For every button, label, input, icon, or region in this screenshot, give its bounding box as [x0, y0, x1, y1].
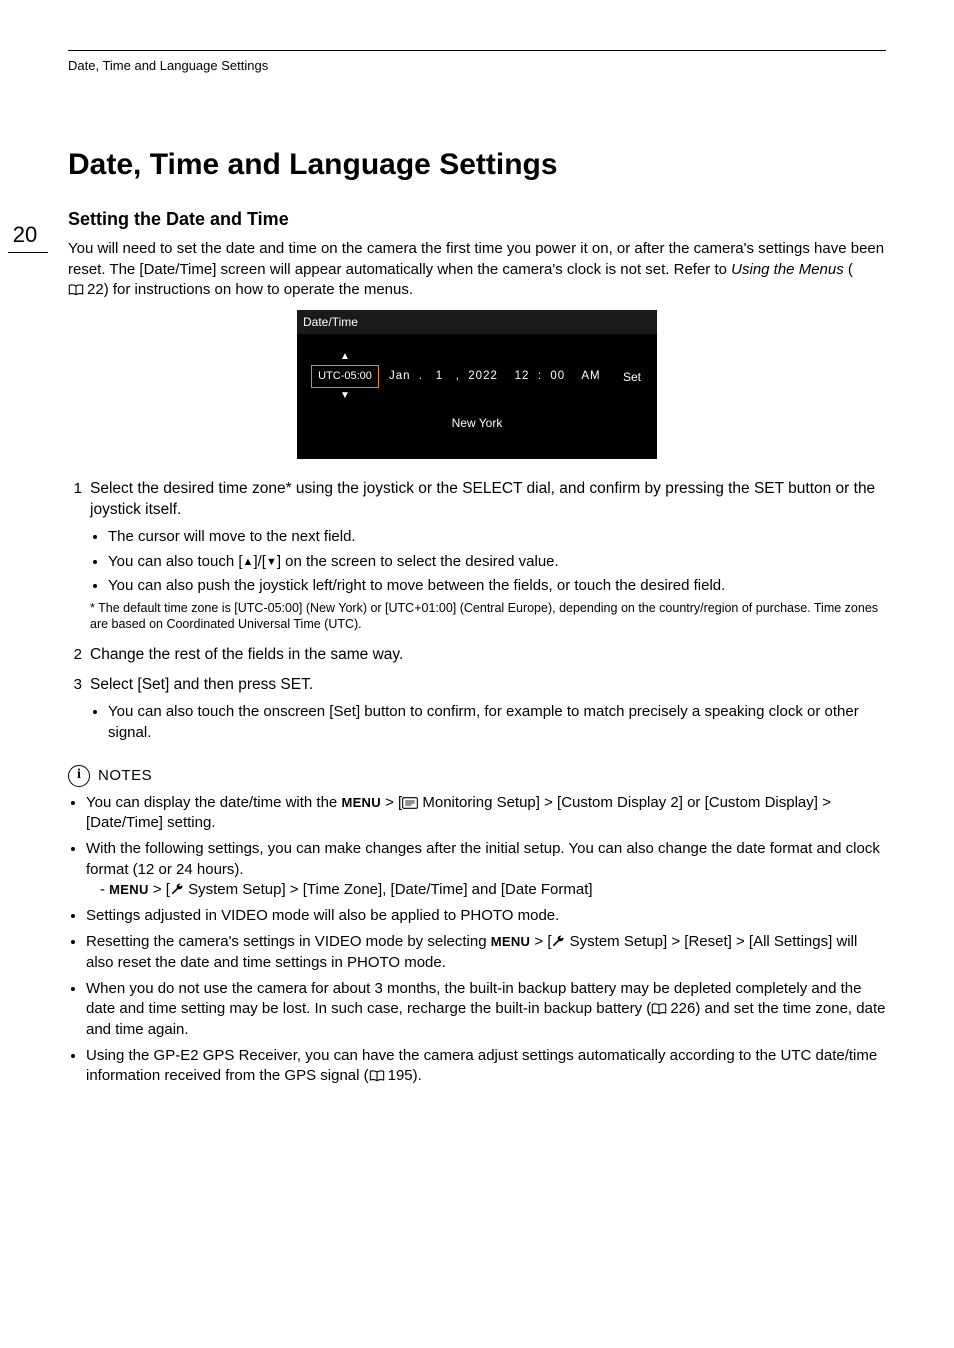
page-reference-number: 195: [388, 1066, 413, 1086]
note-item: When you do not use the camera for about…: [86, 979, 886, 1040]
step-item: 3 Select [Set] and then press SET. You c…: [68, 675, 886, 746]
triangle-down-icon: ▼: [340, 391, 350, 401]
section-title: Setting the Date and Time: [68, 207, 886, 231]
triangle-up-icon: ▲: [340, 352, 350, 362]
step-bullet: You can also touch [▲]/[▼] on the screen…: [108, 552, 886, 572]
step-bullet: You can also push the joystick left/righ…: [108, 576, 886, 596]
steps-list: 1 Select the desired time zone* using th…: [68, 479, 886, 746]
triangle-down-icon: ▼: [266, 555, 277, 570]
utc-value-box: UTC-05:00: [311, 365, 379, 388]
page-reference-number: 226: [670, 999, 695, 1019]
camera-screen-title: Date/Time: [297, 310, 657, 334]
page-reference: 195: [369, 1066, 413, 1086]
book-open-icon: [68, 284, 84, 296]
page-title: Date, Time and Language Settings: [68, 145, 886, 186]
note-item: With the following settings, you can mak…: [86, 839, 886, 900]
note-item: Resetting the camera's settings in VIDEO…: [86, 932, 886, 973]
wrench-icon: [170, 882, 184, 896]
intro-text-2: (: [848, 261, 853, 278]
note-item: Settings adjusted in VIDEO mode will als…: [86, 906, 886, 926]
step-head: Select the desired time zone* using the …: [90, 479, 886, 521]
note-item: You can display the date/time with the M…: [86, 793, 886, 834]
page-number-rule: [8, 252, 48, 253]
intro-paragraph: You will need to set the date and time o…: [68, 239, 886, 300]
menu-word: MENU: [109, 882, 148, 897]
step-number: 1: [68, 479, 82, 640]
running-head: Date, Time and Language Settings: [68, 57, 886, 75]
step-item: 2 Change the rest of the fields in the s…: [68, 645, 886, 672]
menu-word: MENU: [491, 934, 530, 949]
menu-word: MENU: [341, 795, 380, 810]
step-bullet: The cursor will move to the next field.: [108, 527, 886, 547]
note-item: Using the GP-E2 GPS Receiver, you can ha…: [86, 1046, 886, 1087]
triangle-up-icon: ▲: [243, 555, 254, 570]
note-subitem: - MENU > [ System Setup] > [Time Zone], …: [86, 880, 886, 900]
page-reference: 226: [651, 999, 695, 1019]
notes-section: i NOTES You can display the date/time wi…: [68, 765, 886, 1087]
step-footnote: * The default time zone is [UTC-05:00] (…: [90, 600, 886, 633]
page-reference: 22: [68, 280, 104, 300]
step-bullet: You can also touch the onscreen [Set] bu…: [108, 702, 886, 743]
notes-label: NOTES: [98, 766, 152, 786]
info-icon: i: [68, 765, 90, 787]
camera-city-label: New York: [311, 415, 643, 431]
book-open-icon: [369, 1070, 385, 1082]
utc-stepper: ▲ UTC-05:00 ▼: [311, 352, 379, 401]
page-number-block: 20: [0, 220, 50, 253]
step-head: Change the rest of the fields in the sam…: [90, 645, 886, 666]
page-number: 20: [0, 220, 50, 250]
camera-screen-mockup: Date/Time ▲ UTC-05:00 ▼ Jan . 1 , 2022 1…: [297, 310, 657, 459]
book-open-icon: [651, 1003, 667, 1015]
wrench-icon: [551, 934, 565, 948]
page-reference-number: 22: [87, 280, 104, 300]
camera-screen-body: ▲ UTC-05:00 ▼ Jan . 1 , 2022 12 : 00 AM …: [297, 334, 657, 437]
step-item: 1 Select the desired time zone* using th…: [68, 479, 886, 640]
step-number: 3: [68, 675, 82, 746]
monitor-icon: [402, 797, 418, 809]
intro-italic: Using the Menus: [731, 261, 844, 278]
step-head: Select [Set] and then press SET.: [90, 675, 886, 696]
intro-text-3: ) for instructions on how to operate the…: [104, 281, 413, 298]
step-number: 2: [68, 645, 82, 672]
manual-page: Date, Time and Language Settings 20 Date…: [0, 0, 954, 1348]
header-rule: [68, 50, 886, 51]
camera-date-line: Jan . 1 , 2022 12 : 00 AM: [389, 369, 601, 385]
camera-set-label: Set: [611, 369, 643, 385]
